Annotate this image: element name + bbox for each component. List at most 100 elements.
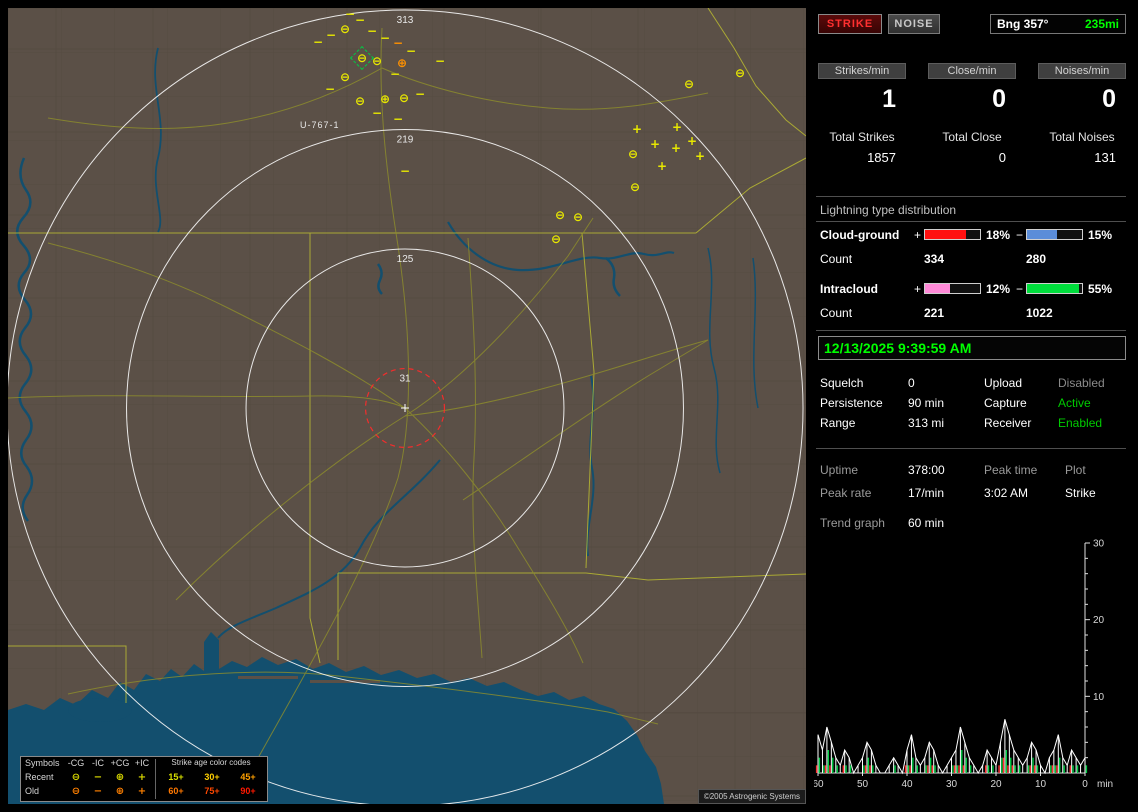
legend-old-row: Old ⊖ − ⊕ + 60+ 75+ 90+ — [21, 785, 267, 799]
map-canvas: 313 219 125 31 — [8, 8, 806, 804]
mode-bar: STRIKE NOISE Bng 357° 235mi — [812, 14, 1132, 36]
plot-value: Strike — [1065, 486, 1096, 500]
legend-col-neg-ic: -IC — [92, 758, 104, 768]
legend-symbol: ⊕ — [115, 786, 125, 797]
cg-plus-bar — [924, 229, 981, 240]
legend-recent-label: Recent — [25, 772, 54, 782]
noise-mode-button[interactable]: NOISE — [888, 14, 940, 34]
age-code: 75+ — [204, 786, 220, 796]
total-noises-value: 131 — [1094, 150, 1116, 165]
cloud-ground-count-row: Count 334 280 — [812, 252, 1132, 268]
control-panel: STRIKE NOISE Bng 357° 235mi Strikes/min … — [812, 8, 1138, 804]
plot-label: Plot — [1065, 463, 1086, 477]
upload-label: Upload — [984, 376, 1023, 390]
range-ring-label-31: 31 — [399, 374, 411, 385]
map-legend: Symbols -CG -IC +CG +IC Strike age color… — [20, 756, 268, 802]
minus-sign: − — [1016, 228, 1024, 242]
legend-col-pos-cg: +CG — [110, 758, 130, 768]
plus-sign: + — [914, 282, 922, 296]
total-strikes: Total Strikes 1857 — [818, 130, 906, 165]
ic-plus-pct: 12% — [986, 282, 1011, 296]
persistence-label: Persistence — [820, 396, 883, 410]
ic-minus-count: 1022 — [1026, 306, 1053, 320]
storm-cell-id: U-767-1 — [300, 120, 340, 130]
totals-row: Total Strikes 1857 Total Close 0 Total N… — [812, 130, 1132, 176]
strikes-per-min-value: 1 — [882, 85, 896, 113]
cg-plus-bar-fill — [925, 230, 967, 239]
uptime-value: 378:00 — [908, 463, 945, 477]
x-tick-label: 30 — [946, 779, 958, 790]
cg-minus-count: 280 — [1026, 252, 1047, 266]
x-tick-label: 0 — [1082, 779, 1088, 790]
settings-row-range: Range 313 mi Receiver Enabled — [812, 416, 1138, 432]
peak-time-label: Peak time — [984, 463, 1038, 477]
legend-symbol: ⊖ — [71, 772, 81, 783]
x-tick-label: 40 — [901, 779, 913, 790]
capture-status: Active — [1058, 396, 1091, 410]
x-tick-label: 60 — [814, 779, 824, 790]
peak-rate-label: Peak rate — [820, 486, 872, 500]
clock-display: 12/13/2025 9:39:59 AM — [818, 336, 1126, 360]
noises-per-min-label: Noises/min — [1038, 63, 1126, 79]
lake — [68, 698, 132, 722]
y-tick-label: 20 — [1093, 615, 1105, 626]
bearing-readout: Bng 357° 235mi — [990, 14, 1126, 34]
intracloud-row: Intracloud + 12% − 55% — [812, 282, 1132, 298]
legend-symbol: + — [137, 772, 147, 783]
upload-status: Disabled — [1058, 376, 1105, 390]
cg-minus-pct: 15% — [1088, 228, 1113, 242]
legend-age-header: Strike age color codes — [171, 758, 251, 767]
range-label: Range — [820, 416, 856, 430]
close-per-min: Close/min 0 — [928, 63, 1016, 114]
cloud-ground-row: Cloud-ground + 18% − 15% — [812, 228, 1132, 244]
total-close-label: Total Close — [942, 130, 1002, 144]
x-axis-unit: min — [1097, 779, 1113, 790]
range-value: 313 mi — [908, 416, 945, 430]
x-tick-label: 50 — [857, 779, 869, 790]
trend-graph-window: 60 min — [908, 516, 945, 530]
divider — [816, 448, 1126, 449]
cg-plus-pct: 18% — [986, 228, 1011, 242]
divider — [816, 330, 1126, 331]
y-tick-label: 30 — [1093, 539, 1105, 550]
legend-symbol: ⊖ — [71, 786, 81, 797]
cg-minus-bar-fill — [1027, 230, 1058, 239]
count-label: Count — [820, 306, 853, 320]
copyright-notice: ©2005 Astrogenic Systems — [697, 789, 806, 804]
cg-minus-bar — [1026, 229, 1083, 240]
receiver-label: Receiver — [984, 416, 1032, 430]
age-code: 15+ — [168, 772, 184, 782]
legend-col-neg-cg: -CG — [67, 758, 85, 768]
bearing-range: 235mi — [1084, 17, 1119, 31]
legend-header-row: Symbols -CG -IC +CG +IC Strike age color… — [21, 757, 267, 771]
status-row-2: Peak rate 17/min 3:02 AM Strike — [812, 486, 1138, 502]
total-strikes-value: 1857 — [867, 150, 896, 165]
legend-old-label: Old — [25, 786, 40, 796]
close-per-min-value: 0 — [992, 85, 1006, 113]
barrier-island — [238, 676, 298, 679]
distribution-title: Lightning type distribution — [820, 203, 957, 217]
trend-graph: 10 20 30 60 50 40 30 20 10 0 min — [814, 539, 1113, 791]
squelch-value: 0 — [908, 376, 915, 390]
strike-mode-button[interactable]: STRIKE — [818, 14, 882, 34]
age-code: 30+ — [204, 772, 220, 782]
lightning-map[interactable]: 313 219 125 31 − − − − ⊖ − − − − ⊖ ⊖ ⊕ − ⊖ − ⊖ ⊕ ⊖ − − − − − ⊖ ⊖ + + +… — [8, 8, 806, 804]
persistence-value: 90 min — [908, 396, 945, 410]
divider — [816, 221, 1126, 222]
noises-per-min-value: 0 — [1102, 85, 1116, 113]
total-close: Total Close 0 — [928, 130, 1016, 165]
uptime-label: Uptime — [820, 463, 859, 477]
noises-per-min: Noises/min 0 — [1038, 63, 1126, 114]
legend-symbol: − — [93, 786, 103, 797]
capture-label: Capture — [984, 396, 1027, 410]
trend-graph-header: Trend graph 60 min — [812, 516, 1132, 532]
peak-time-value: 3:02 AM — [984, 486, 1029, 500]
legend-symbol: ⊕ — [115, 772, 125, 783]
squelch-label: Squelch — [820, 376, 864, 390]
intracloud-count-row: Count 221 1022 — [812, 306, 1132, 322]
trend-graph-label: Trend graph — [820, 516, 885, 530]
ic-minus-bar-fill — [1027, 284, 1080, 293]
y-tick-label: 10 — [1093, 692, 1105, 703]
legend-symbols-header: Symbols — [25, 758, 60, 768]
ic-minus-bar — [1026, 283, 1083, 294]
